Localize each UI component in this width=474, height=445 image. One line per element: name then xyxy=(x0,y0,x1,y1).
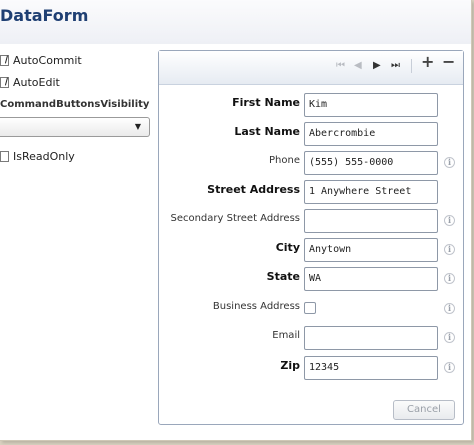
first-name-label: First Name xyxy=(232,96,300,109)
zip-label: Zip xyxy=(280,359,300,372)
delete-record-icon[interactable]: − xyxy=(442,54,455,70)
state-row: State WA i xyxy=(159,267,463,291)
data-form: ⏮ ◀ ▶ ⏭ + − First Name Kim Last Name Abe… xyxy=(158,50,464,425)
info-icon[interactable]: i xyxy=(444,362,455,373)
street-address-input[interactable]: 1 Anywhere Street xyxy=(304,180,438,204)
info-icon[interactable]: i xyxy=(444,332,455,343)
state-input[interactable]: WA xyxy=(304,267,438,291)
first-record-icon[interactable]: ⏮ xyxy=(336,60,345,72)
cancel-button[interactable]: Cancel xyxy=(393,400,455,420)
form-navigation-bar: ⏮ ◀ ▶ ⏭ + − xyxy=(159,51,463,85)
state-label: State xyxy=(266,270,300,283)
autoedit-checkbox[interactable] xyxy=(0,77,9,88)
zip-row: Zip 12345 i xyxy=(159,356,463,380)
info-icon[interactable]: i xyxy=(444,303,455,314)
title-bar: DataForm xyxy=(0,0,471,44)
info-icon[interactable]: i xyxy=(444,244,455,255)
isreadonly-option[interactable]: IsReadOnly xyxy=(0,150,75,163)
autoedit-option[interactable]: AutoEdit xyxy=(0,76,60,89)
isreadonly-label: IsReadOnly xyxy=(13,150,75,163)
add-record-icon[interactable]: + xyxy=(421,54,434,70)
phone-label: Phone xyxy=(269,155,300,166)
chevron-down-icon: ▼ xyxy=(134,122,141,131)
street-address-label: Street Address xyxy=(207,183,300,196)
first-name-input[interactable]: Kim xyxy=(304,93,438,117)
zip-input[interactable]: 12345 xyxy=(304,356,438,380)
phone-input[interactable]: (555) 555-0000 xyxy=(304,151,438,175)
business-address-label: Business Address xyxy=(212,301,300,312)
city-label: City xyxy=(275,241,300,254)
email-row: Email i xyxy=(159,326,463,350)
email-label: Email xyxy=(272,330,300,341)
autocommit-checkbox[interactable] xyxy=(0,55,9,66)
next-record-icon[interactable]: ▶ xyxy=(373,60,381,72)
info-icon[interactable]: i xyxy=(444,215,455,226)
last-name-input[interactable]: Abercrombie xyxy=(304,122,438,146)
business-address-checkbox[interactable] xyxy=(304,302,316,314)
last-record-icon[interactable]: ⏭ xyxy=(391,60,400,72)
email-input[interactable] xyxy=(304,326,438,350)
command-buttons-visibility-label: CommandButtonsVisibility xyxy=(0,99,150,110)
nav-divider xyxy=(411,59,412,73)
first-name-row: First Name Kim xyxy=(159,93,463,117)
secondary-street-address-input[interactable] xyxy=(304,209,438,233)
secondary-street-address-label: Secondary Street Address xyxy=(170,213,300,224)
business-address-row: Business Address i xyxy=(159,297,463,321)
autoedit-label: AutoEdit xyxy=(13,76,60,89)
secondary-street-address-row: Secondary Street Address i xyxy=(159,209,463,233)
last-name-label: Last Name xyxy=(234,125,300,138)
info-icon[interactable]: i xyxy=(444,273,455,284)
dataform-window: DataForm AutoCommit AutoEdit CommandButt… xyxy=(0,0,472,441)
autocommit-option[interactable]: AutoCommit xyxy=(0,54,82,67)
street-address-row: Street Address 1 Anywhere Street xyxy=(159,180,463,204)
phone-row: Phone (555) 555-0000 i xyxy=(159,151,463,175)
command-buttons-visibility-select[interactable]: ▼ xyxy=(0,117,150,137)
isreadonly-checkbox[interactable] xyxy=(0,151,9,162)
last-name-row: Last Name Abercrombie xyxy=(159,122,463,146)
autocommit-label: AutoCommit xyxy=(13,54,82,67)
city-row: City Anytown i xyxy=(159,238,463,262)
page-title: DataForm xyxy=(0,6,89,25)
city-input[interactable]: Anytown xyxy=(304,238,438,262)
previous-record-icon[interactable]: ◀ xyxy=(354,60,362,72)
info-icon[interactable]: i xyxy=(444,157,455,168)
